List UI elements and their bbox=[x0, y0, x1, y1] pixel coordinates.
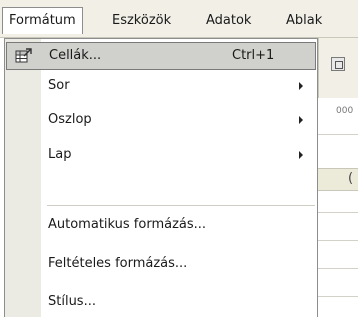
toolbar-merge-cells-icon[interactable] bbox=[331, 57, 345, 71]
format-cells-icon bbox=[15, 48, 32, 64]
menu-item-label: Cellák... bbox=[49, 48, 102, 63]
menu-item-autoformat[interactable]: Automatikus formázás... bbox=[5, 211, 317, 239]
menu-item-label: Stílus... bbox=[48, 294, 96, 309]
submenu-arrow-icon bbox=[299, 151, 303, 159]
toolbar-number-format[interactable]: 000 bbox=[336, 106, 353, 116]
menu-item-cells[interactable]: Cellák... Ctrl+1 bbox=[6, 42, 316, 70]
grid-line bbox=[318, 268, 358, 269]
menu-item-label: Oszlop bbox=[48, 112, 92, 127]
format-menu: Cellák... Ctrl+1 Sor Oszlop Lap Automati… bbox=[4, 38, 318, 317]
grid-line bbox=[318, 212, 358, 213]
menu-item-label: Lap bbox=[48, 147, 72, 162]
menu-data[interactable]: Adatok bbox=[206, 13, 251, 29]
menu-item-shortcut: Ctrl+1 bbox=[232, 48, 275, 63]
column-header-label: ( bbox=[348, 171, 354, 186]
menu-item-row[interactable]: Sor bbox=[5, 72, 317, 100]
menu-item-column[interactable]: Oszlop bbox=[5, 106, 317, 134]
menu-separator bbox=[47, 205, 315, 206]
menu-bar: Formátum Eszközök Adatok Ablak bbox=[0, 0, 358, 38]
menu-window[interactable]: Ablak bbox=[286, 13, 322, 29]
menu-item-sheet[interactable]: Lap bbox=[5, 141, 317, 169]
menu-item-label: Feltételes formázás... bbox=[48, 256, 188, 271]
menu-item-label: Automatikus formázás... bbox=[48, 217, 207, 232]
menu-format[interactable]: Formátum bbox=[2, 7, 83, 34]
grid-line bbox=[318, 296, 358, 297]
menu-item-label: Sor bbox=[48, 78, 70, 93]
menu-tools[interactable]: Eszközök bbox=[112, 13, 171, 29]
menu-item-style[interactable]: Stílus... bbox=[5, 288, 317, 316]
grid-line bbox=[318, 240, 358, 241]
menu-item-conditional-formatting[interactable]: Feltételes formázás... bbox=[5, 250, 317, 278]
grid-line bbox=[318, 134, 358, 135]
column-header[interactable]: ( bbox=[318, 168, 358, 191]
submenu-arrow-icon bbox=[299, 82, 303, 90]
submenu-arrow-icon bbox=[299, 116, 303, 124]
